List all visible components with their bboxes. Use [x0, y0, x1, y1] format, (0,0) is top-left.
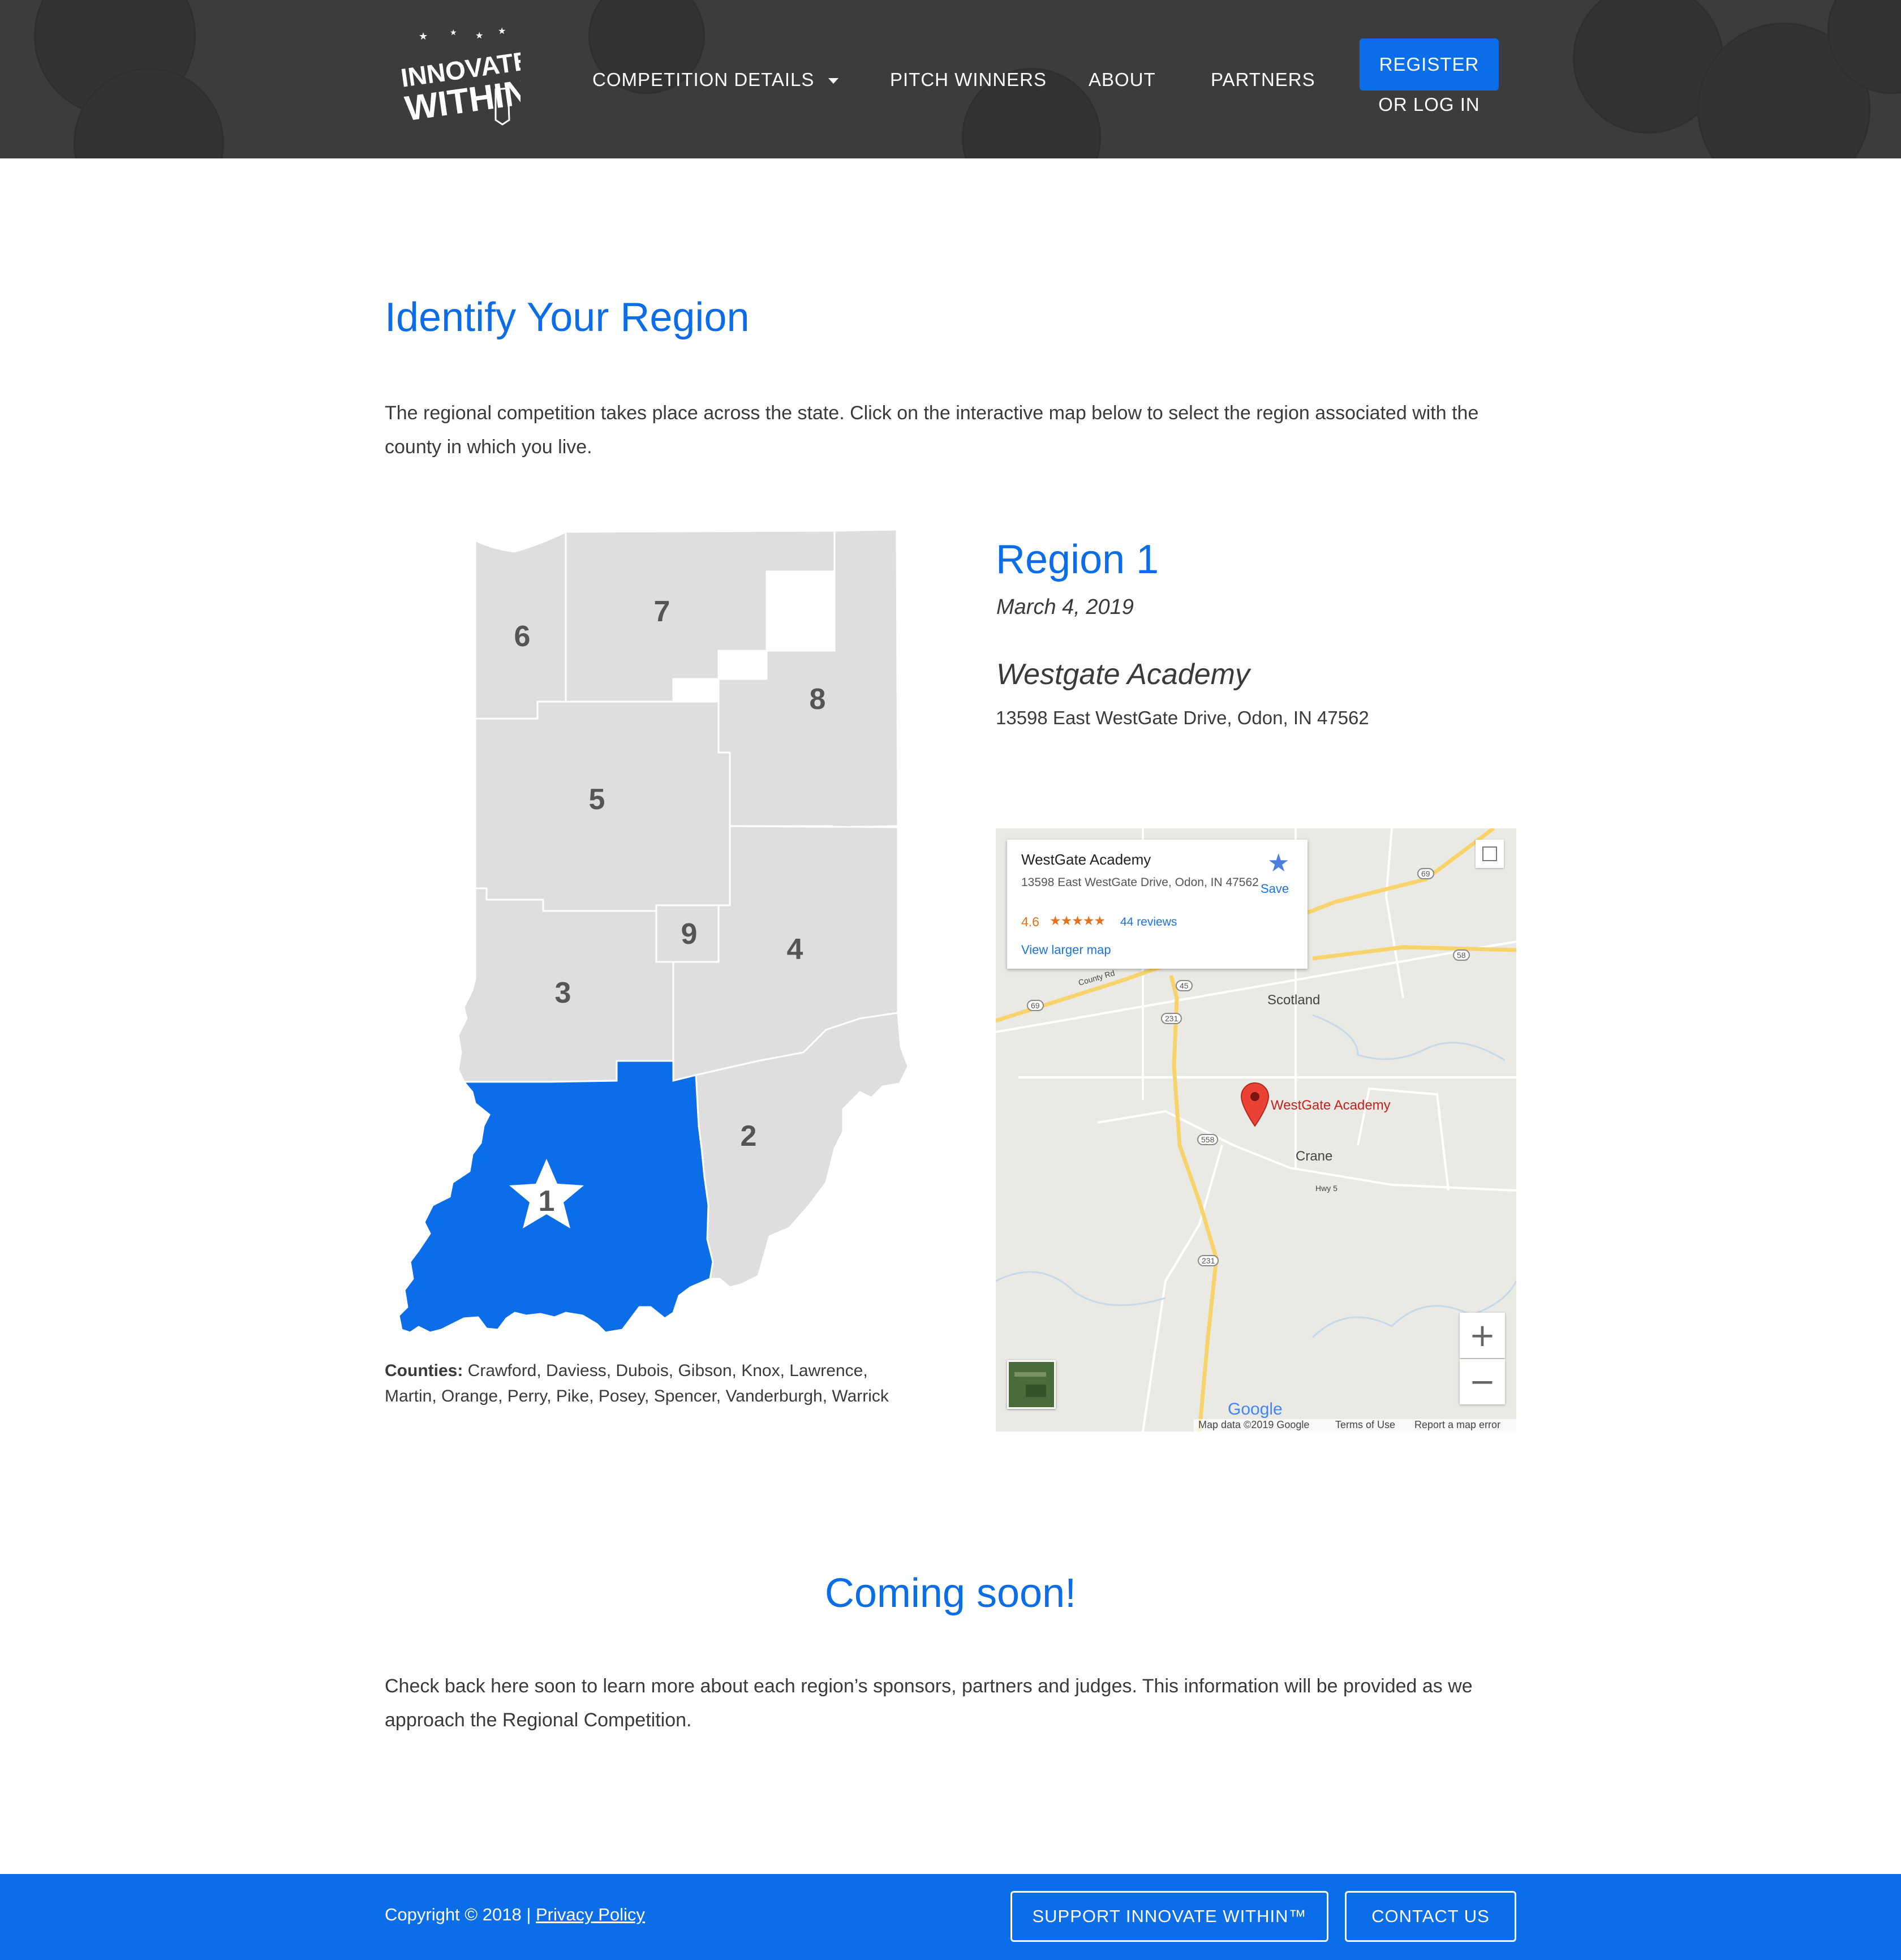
- logo-graphic: ★ ★ ★ ★ INNOVATE WITHIN: [399, 25, 532, 128]
- save-star-icon[interactable]: ★: [1267, 849, 1289, 878]
- region-label-6: 6: [514, 620, 531, 653]
- copyright-text: Copyright © 2018 |: [385, 1905, 531, 1924]
- interstate-shield-69: 69: [1417, 868, 1434, 879]
- fullscreen-icon: [1482, 846, 1497, 861]
- place-info-card: WestGate Academy 13598 East WestGate Dri…: [1007, 840, 1308, 969]
- view-larger-map-link[interactable]: View larger map: [1021, 943, 1111, 957]
- region-label-5: 5: [589, 783, 605, 816]
- save-link[interactable]: Save: [1261, 882, 1289, 896]
- nav-about[interactable]: ABOUT: [1089, 69, 1156, 91]
- login-link[interactable]: OR LOG IN: [1360, 94, 1499, 115]
- venue-name: Westgate Academy: [996, 658, 1250, 691]
- fullscreen-button[interactable]: [1476, 840, 1504, 868]
- map-road: [1384, 828, 1404, 999]
- report-map-error-link[interactable]: Report a map error: [1414, 1419, 1500, 1431]
- reviews-link[interactable]: 44 reviews: [1120, 915, 1177, 929]
- region-title: Region 1: [996, 537, 1159, 582]
- satellite-thumbnail-icon: [1014, 1372, 1046, 1377]
- map-river: [996, 1271, 1166, 1306]
- caret-down-icon: [828, 78, 838, 84]
- nav-pitch-winners[interactable]: PITCH WINNERS: [890, 69, 1047, 91]
- register-button[interactable]: REGISTER: [1360, 38, 1499, 91]
- route-shield-45: 45: [1176, 980, 1193, 991]
- counties-label: Counties:: [385, 1361, 463, 1380]
- region-date: March 4, 2019: [996, 595, 1134, 619]
- google-logo: Google: [1228, 1400, 1283, 1419]
- svg-text:★: ★: [419, 31, 428, 42]
- support-innovate-within-button[interactable]: SUPPORT INNOVATE WITHIN™: [1010, 1891, 1328, 1942]
- map-road: [1142, 1145, 1223, 1432]
- us-231-road: [1169, 975, 1219, 1432]
- satellite-thumbnail-icon: [1026, 1385, 1046, 1397]
- page-title: Identify Your Region: [385, 295, 750, 340]
- place-name: WestGate Academy: [1021, 851, 1151, 868]
- copyright-notice: Copyright © 2018 | Privacy Policy: [385, 1905, 645, 1925]
- place-rating: 4.6: [1021, 914, 1039, 929]
- zoom-out-button[interactable]: −: [1460, 1359, 1505, 1404]
- terms-of-use-link[interactable]: Terms of Use: [1335, 1419, 1395, 1431]
- privacy-policy-link[interactable]: Privacy Policy: [536, 1905, 645, 1924]
- nav-partners[interactable]: PARTNERS: [1211, 69, 1315, 91]
- map-marker-label: WestGate Academy: [1271, 1098, 1391, 1113]
- route-shield-231: 231: [1161, 1013, 1182, 1024]
- zoom-in-button[interactable]: +: [1460, 1313, 1505, 1358]
- region-label-9: 9: [681, 918, 698, 951]
- nav-competition-details[interactable]: COMPETITION DETAILS: [592, 69, 838, 91]
- svg-text:★: ★: [498, 25, 506, 36]
- nav-competition-details-label: COMPETITION DETAILS: [592, 69, 815, 90]
- map-town-crane: Crane: [1296, 1149, 1333, 1164]
- interstate-shield-69-west: 69: [1027, 1000, 1044, 1011]
- venue-address: 13598 East WestGate Drive, Odon, IN 4756…: [996, 707, 1369, 728]
- coming-soon-text: Check back here soon to learn more about…: [385, 1675, 1473, 1731]
- region-label-8: 8: [810, 683, 826, 716]
- county-list: Counties: Crawford, Daviess, Dubois, Gib…: [385, 1358, 917, 1409]
- region-label-4: 4: [787, 933, 803, 966]
- route-shield-231-south: 231: [1198, 1255, 1219, 1266]
- region-label-2: 2: [741, 1120, 757, 1153]
- map-town-scotland: Scotland: [1267, 992, 1321, 1008]
- map-road-label-hwy5: Hwy 5: [1315, 1184, 1337, 1193]
- coming-soon-title: Coming soon!: [824, 1571, 1077, 1616]
- svg-text:★: ★: [475, 30, 483, 41]
- state-road-58: [1312, 945, 1516, 961]
- map-marker-icon[interactable]: [1239, 1081, 1271, 1127]
- rating-stars-icon: ★★★★★: [1050, 913, 1106, 928]
- map-river: [1312, 1014, 1506, 1061]
- region-label-1: 1: [539, 1185, 555, 1218]
- route-shield-58: 58: [1453, 949, 1470, 961]
- svg-text:★: ★: [450, 28, 457, 37]
- contact-us-button[interactable]: CONTACT US: [1345, 1891, 1516, 1942]
- region-label-3: 3: [555, 977, 571, 1009]
- map-data-credit: Map data ©2019 Google: [1198, 1419, 1310, 1430]
- place-address: 13598 East WestGate Drive, Odon, IN 4756…: [1021, 876, 1259, 889]
- satellite-toggle-button[interactable]: [1007, 1360, 1056, 1409]
- site-footer: [0, 1874, 1901, 1960]
- region-label-7: 7: [654, 595, 670, 628]
- site-logo[interactable]: ★ ★ ★ ★ INNOVATE WITHIN: [396, 23, 532, 136]
- route-shield-558: 558: [1197, 1134, 1219, 1145]
- indiana-region-map[interactable]: 6 7 8 5 9 4 3 2 1: [373, 526, 917, 1341]
- intro-text: The regional competition takes place acr…: [385, 402, 1479, 458]
